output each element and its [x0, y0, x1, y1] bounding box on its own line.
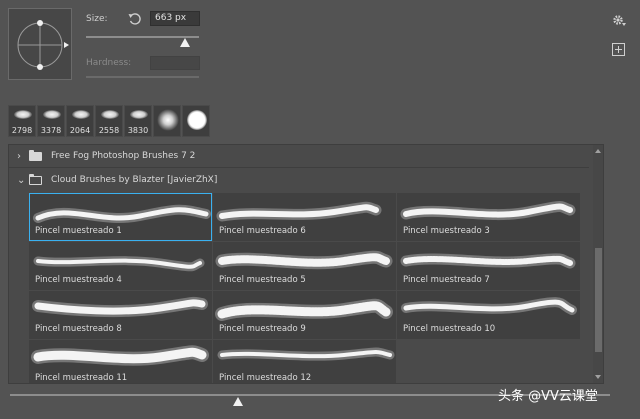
- group-row-cloud-brushes[interactable]: ⌄ Cloud Brushes by Blazter [JavierZhX]: [9, 169, 589, 191]
- brush-stroke-preview: [401, 297, 577, 315]
- hardness-label: Hardness:: [86, 58, 132, 68]
- group-label: Free Fog Photoshop Brushes 7 2: [51, 151, 196, 161]
- brush-preset-label: Pincel muestreado 4: [35, 275, 122, 285]
- brush-tip-icon: [101, 110, 119, 119]
- reset-icon[interactable]: [128, 12, 142, 26]
- recent-brush-item[interactable]: [153, 105, 181, 137]
- brush-preset-item[interactable]: Pincel muestreado 6: [213, 193, 396, 241]
- hardness-input: [150, 56, 200, 70]
- brush-tip-icon: [72, 110, 90, 119]
- brush-size-label: 2064: [69, 126, 91, 135]
- brush-preset-label: Pincel muestreado 8: [35, 324, 122, 334]
- brush-preset-list: › Free Fog Photoshop Brushes 7 2 ⌄ Cloud…: [8, 144, 604, 384]
- divider: [9, 167, 589, 168]
- scrollbar-thumb[interactable]: [595, 248, 602, 352]
- brush-tip-icon: [14, 110, 32, 119]
- brush-preset-label: Pincel muestreado 7: [403, 275, 490, 285]
- recent-brush-item[interactable]: 2064: [66, 105, 94, 137]
- new-preset-icon[interactable]: [612, 43, 625, 56]
- vertical-scrollbar[interactable]: [593, 145, 603, 383]
- recent-brush-item[interactable]: [182, 105, 210, 137]
- brush-stroke-preview: [215, 250, 393, 270]
- brush-preset-item[interactable]: Pincel muestreado 8: [29, 291, 212, 339]
- brush-stroke-preview: [31, 345, 209, 366]
- gear-icon[interactable]: [612, 13, 626, 27]
- brush-preset-label: Pincel muestreado 3: [403, 226, 490, 236]
- brush-stroke-preview: [400, 253, 576, 269]
- brush-preset-item[interactable]: Pincel muestreado 11: [29, 340, 212, 383]
- brush-tip-icon: [43, 110, 61, 119]
- brush-preset-label: Pincel muestreado 6: [219, 226, 306, 236]
- brush-preset-item[interactable]: Pincel muestreado 3: [397, 193, 580, 241]
- chevron-right-icon[interactable]: ›: [17, 151, 27, 162]
- chevron-down-icon[interactable]: ⌄: [17, 175, 27, 186]
- scroll-up-icon[interactable]: [595, 149, 601, 153]
- hardness-slider-track: [86, 76, 199, 78]
- brush-angle-widget[interactable]: [9, 9, 73, 81]
- brush-preset-item[interactable]: Pincel muestreado 9: [213, 291, 396, 339]
- recent-brush-item[interactable]: 3378: [37, 105, 65, 137]
- folder-icon: [29, 149, 42, 161]
- brush-preset-item[interactable]: Pincel muestreado 1: [29, 193, 212, 241]
- folder-open-icon: [29, 173, 42, 185]
- brush-size-label: 3830: [127, 126, 149, 135]
- brush-tip-icon: [130, 110, 148, 119]
- recent-brushes: 2798 3378 2064 2558 3830: [8, 105, 210, 137]
- brush-preset-item[interactable]: Pincel muestreado 10: [397, 291, 580, 339]
- recent-brush-item[interactable]: 2798: [8, 105, 36, 137]
- brush-preset-label: Pincel muestreado 5: [219, 275, 306, 285]
- group-row-free-fog[interactable]: › Free Fog Photoshop Brushes 7 2: [9, 145, 589, 167]
- brush-preset-item[interactable]: Pincel muestreado 5: [213, 242, 396, 290]
- brush-preset-label: Pincel muestreado 12: [219, 373, 312, 383]
- brush-stroke-preview: [215, 298, 393, 321]
- brush-stroke-preview: [217, 347, 395, 361]
- group-label: Cloud Brushes by Blazter [JavierZhX]: [51, 175, 218, 185]
- brush-size-label: 2558: [98, 126, 120, 135]
- scroll-down-icon[interactable]: [595, 375, 601, 379]
- brush-stroke-preview: [33, 204, 211, 223]
- brush-preset-label: Pincel muestreado 1: [35, 226, 122, 236]
- size-label: Size:: [86, 14, 108, 24]
- brush-preset-item[interactable]: Pincel muestreado 7: [397, 242, 580, 290]
- brush-stroke-preview: [32, 296, 208, 318]
- brush-preset-label: Pincel muestreado 10: [403, 324, 496, 334]
- brush-stroke-preview: [33, 256, 205, 272]
- brush-size-label: 2798: [11, 126, 33, 135]
- brush-stroke-preview: [400, 201, 576, 221]
- brush-preset-label: Pincel muestreado 9: [219, 324, 306, 334]
- brush-preset-item[interactable]: Pincel muestreado 4: [29, 242, 212, 290]
- size-input[interactable]: 663 px: [150, 11, 200, 26]
- brush-stroke-preview: [216, 201, 382, 222]
- recent-brush-item[interactable]: 3830: [124, 105, 152, 137]
- recent-brush-item[interactable]: 2558: [95, 105, 123, 137]
- brush-angle-preview[interactable]: [8, 8, 72, 80]
- brush-size-label: 3378: [40, 126, 62, 135]
- size-slider-thumb[interactable]: [180, 38, 191, 47]
- preview-size-slider-thumb[interactable]: [233, 397, 243, 406]
- brush-preset-label: Pincel muestreado 11: [35, 373, 128, 383]
- brush-tip-icon: [187, 110, 207, 130]
- brush-grid: Pincel muestreado 1 Pincel muestreado 6 Pi…: [29, 193, 580, 383]
- brush-tip-icon: [157, 109, 179, 131]
- brush-preset-item[interactable]: Pincel muestreado 12: [213, 340, 396, 383]
- watermark: 头条 @VV云课堂: [498, 389, 598, 404]
